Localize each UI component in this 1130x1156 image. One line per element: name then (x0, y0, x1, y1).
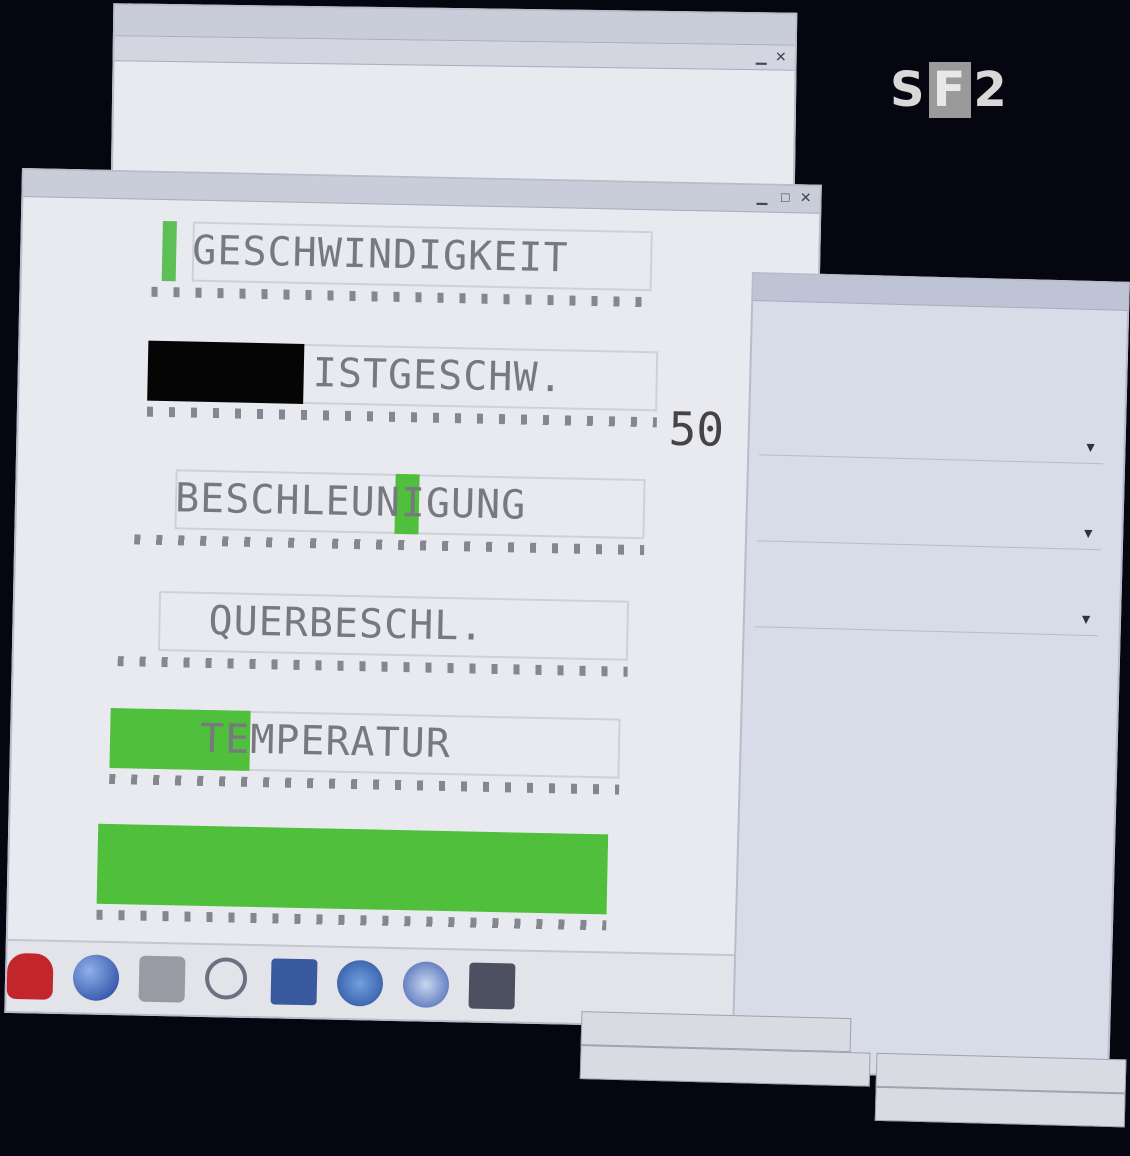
side-panel-titlebar[interactable] (753, 274, 1128, 311)
side-panel-select-2[interactable]: ▼ (756, 510, 1102, 551)
close-icon[interactable]: ✕ (775, 48, 787, 65)
redhat-icon[interactable] (6, 952, 54, 1000)
side-panel-label-2 (762, 470, 852, 486)
meter-label: BESCHLEUNIGUNG (174, 475, 527, 529)
minimize-icon[interactable]: ▁ (757, 188, 768, 205)
sf2-logo: SF2 (890, 62, 1009, 118)
task-button[interactable] (579, 1045, 871, 1087)
meter-label: ISTGESCHW. (312, 350, 565, 402)
minimize-icon[interactable]: ▁ (756, 48, 767, 65)
task-list (559, 1011, 1130, 1136)
meter-label: GESCHWINDIGKEIT (191, 227, 569, 282)
meter-scale (151, 286, 652, 308)
side-panel-label-1 (765, 384, 835, 400)
side-panel-select-1[interactable]: ▼ (759, 424, 1104, 465)
meter-scale (109, 773, 620, 795)
magnifier-icon[interactable] (204, 957, 248, 1000)
printer-icon[interactable] (138, 955, 186, 1003)
globe-icon[interactable] (72, 954, 120, 1002)
meter-temperatur: TEMPERATUR (109, 707, 621, 795)
side-panel-menubar[interactable] (767, 308, 927, 328)
network-icon[interactable] (336, 959, 384, 1007)
meter-istgeschw: ISTGESCHW. (146, 340, 659, 428)
terminal-icon[interactable] (468, 962, 516, 1010)
side-panel-select-3[interactable]: ▼ (754, 596, 1100, 637)
meter-full (96, 823, 609, 931)
side-panel-window[interactable]: ▼ ▼ ▼ (731, 272, 1130, 1082)
side-panel-label-3 (760, 556, 840, 572)
monitor-icon[interactable] (270, 958, 318, 1006)
task-button[interactable] (874, 1086, 1126, 1128)
meter-fill (147, 340, 305, 404)
meter-fill (161, 220, 177, 282)
chevron-down-icon: ▼ (1083, 438, 1098, 456)
meter-scale (134, 534, 645, 556)
meter-querbeschl: QUERBESCHL. (117, 590, 630, 677)
meter-fill (96, 823, 609, 915)
mail-icon[interactable] (402, 961, 450, 1009)
chevron-down-icon: ▼ (1078, 610, 1094, 628)
close-icon[interactable]: ✕ (800, 189, 812, 206)
meter-beschleunigung: BESCHLEUNIGUNG (134, 468, 646, 556)
meter-geschwindigkeit: GESCHWINDIGKEIT (151, 220, 653, 308)
istgeschw-value: 50 (668, 401, 725, 457)
meter-window[interactable]: ▁ □ ✕ GESCHWINDIGKEIT ISTGESCHW. 50 BESC… (4, 168, 822, 1030)
chevron-down-icon: ▼ (1081, 524, 1096, 542)
maximize-icon[interactable]: □ (781, 189, 790, 205)
meter-label: QUERBESCHL. (208, 598, 485, 650)
meter-label: TEMPERATUR (199, 715, 452, 768)
